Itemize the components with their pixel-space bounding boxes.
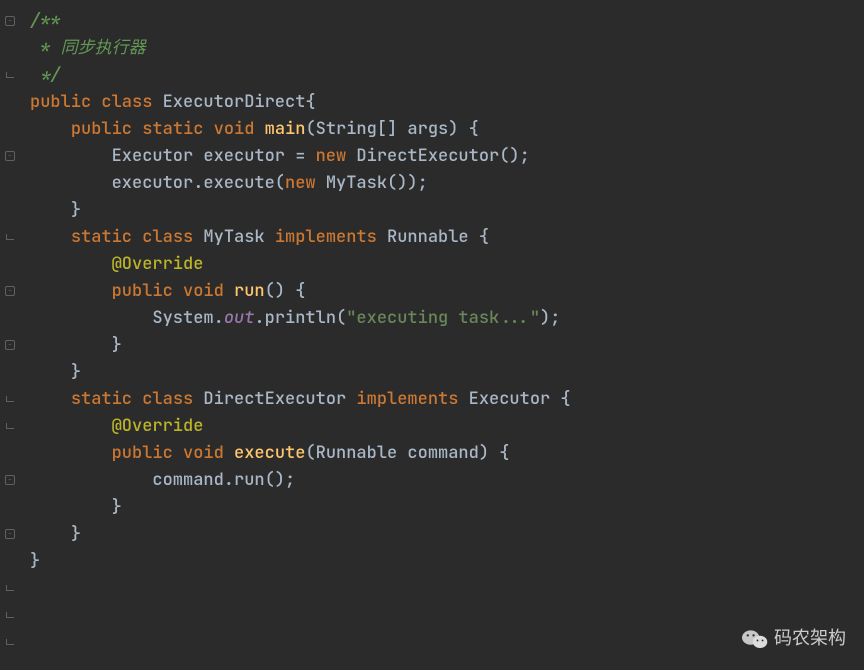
fold-close-icon[interactable] [4,420,16,432]
watermark: 码农架构 [742,625,846,652]
code-line[interactable]: } [30,548,864,575]
editor-gutter: − − − − − − [0,0,20,670]
fold-open-icon[interactable]: − [4,285,16,297]
fold-open-icon[interactable]: − [4,474,16,486]
code-line[interactable]: executor.execute(new MyTask()); [30,170,864,197]
fold-open-icon[interactable]: − [4,528,16,540]
fold-close-icon[interactable] [4,636,16,648]
code-line[interactable]: } [30,197,864,224]
code-line[interactable]: @Override [30,251,864,278]
code-content[interactable]: /** * 同步执行器 */public class ExecutorDirec… [20,0,864,670]
code-line[interactable]: /** [30,8,864,35]
code-line[interactable]: } [30,332,864,359]
code-line[interactable]: * 同步执行器 [30,35,864,62]
code-line[interactable]: public void run() { [30,278,864,305]
fold-close-icon[interactable] [4,231,16,243]
code-editor: − − − − − − /** * 同步执行器 */public class Execut… [0,0,864,670]
code-line[interactable]: } [30,494,864,521]
watermark-text: 码农架构 [774,625,846,652]
fold-close-icon[interactable] [4,582,16,594]
code-line[interactable]: public void execute(Runnable command) { [30,440,864,467]
fold-close-icon[interactable] [4,69,16,81]
code-line[interactable]: command.run(); [30,467,864,494]
fold-close-icon[interactable] [4,609,16,621]
code-line[interactable]: static class DirectExecutor implements E… [30,386,864,413]
code-line[interactable]: Executor executor = new DirectExecutor()… [30,143,864,170]
fold-close-icon[interactable] [4,393,16,405]
code-line[interactable]: public static void main(String[] args) { [30,116,864,143]
code-line[interactable]: } [30,359,864,386]
fold-open-icon[interactable]: − [4,339,16,351]
code-line[interactable]: public class ExecutorDirect{ [30,89,864,116]
code-line[interactable]: static class MyTask implements Runnable … [30,224,864,251]
code-line[interactable]: */ [30,62,864,89]
fold-open-icon[interactable]: − [4,15,16,27]
code-line[interactable]: System.out.println("executing task..."); [30,305,864,332]
wechat-icon [742,628,768,650]
code-line[interactable]: } [30,521,864,548]
code-line[interactable]: @Override [30,413,864,440]
fold-open-icon[interactable]: − [4,150,16,162]
